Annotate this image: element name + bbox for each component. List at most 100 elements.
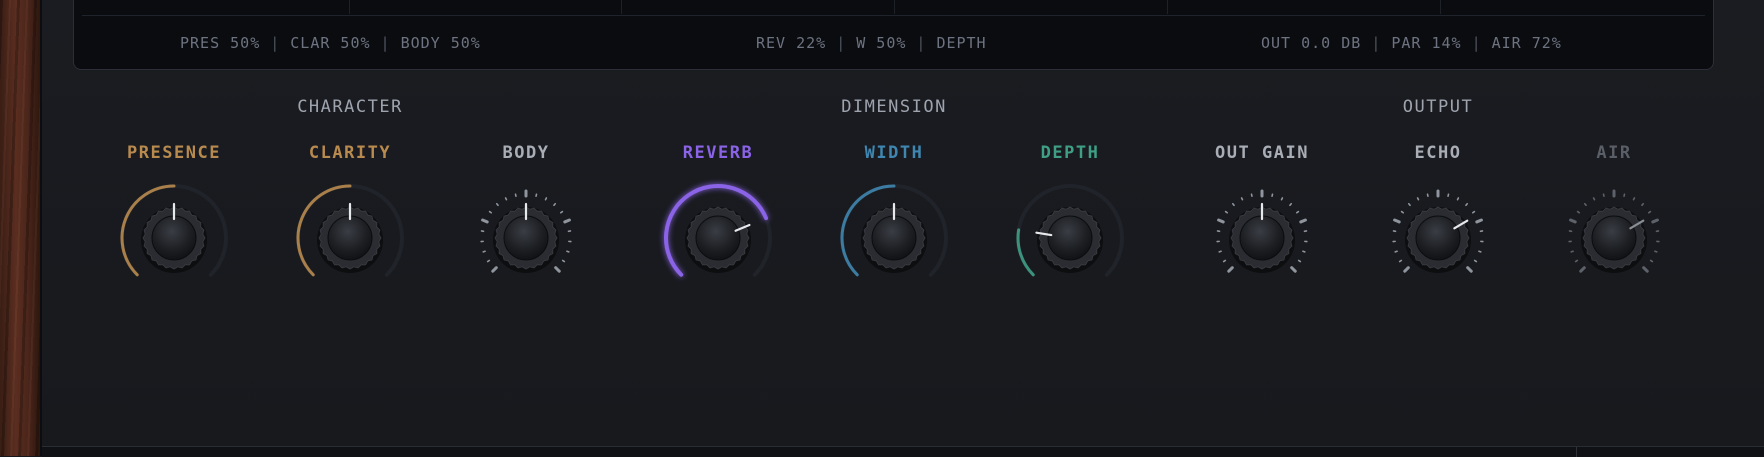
body-scale-tick (497, 204, 498, 206)
presence-knob-graphic[interactable] (114, 178, 234, 298)
presence-knob-cap (152, 216, 196, 260)
out-gain-scale-tick (1301, 220, 1306, 222)
air-scale-tick (1642, 204, 1643, 206)
body-scale-tick (565, 220, 570, 222)
knob-label-echo: ECHO (1415, 143, 1462, 163)
clarity-knob-graphic[interactable] (290, 178, 410, 298)
echo-scale-tick (1405, 268, 1409, 272)
knob-presence[interactable] (114, 178, 234, 298)
clarity-knob-cap (328, 216, 372, 260)
air-scale-tick (1571, 251, 1573, 252)
knob-clarity[interactable] (290, 178, 410, 298)
depth-knob-graphic[interactable] (1010, 178, 1130, 298)
echo-scale-tick (1466, 204, 1467, 206)
out-gain-readout: OUT 0.0 DB (1261, 34, 1361, 52)
body-scale-tick (567, 251, 569, 252)
display-grid-line (1440, 0, 1441, 14)
knob-label-reverb: REVERB (683, 143, 753, 163)
width-knob-graphic[interactable] (834, 178, 954, 298)
air-scale-tick (1578, 212, 1580, 213)
wood-side-panel (0, 0, 42, 456)
knob-depth[interactable] (1010, 178, 1130, 298)
body-readout: BODY 50% (401, 34, 481, 52)
out-gain-scale-tick (1292, 268, 1296, 272)
out-gain-scale-tick (1226, 212, 1228, 213)
group-title-output: OUTPUT (1403, 97, 1473, 117)
out-gain-scale-tick (1219, 220, 1224, 222)
knob-out-gain[interactable] (1202, 178, 1322, 298)
display-grid-line (349, 0, 350, 14)
out-gain-scale-tick (1219, 251, 1221, 252)
out-gain-knob-cap (1240, 216, 1284, 260)
knob-echo[interactable] (1378, 178, 1498, 298)
clarity-readout: CLAR 50% (290, 34, 370, 52)
readout-separator: | (1472, 34, 1482, 52)
echo-scale-tick (1468, 268, 1472, 272)
group-title-dimension: DIMENSION (841, 97, 947, 117)
echo-knob-graphic[interactable] (1378, 178, 1498, 298)
knob-label-depth: DEPTH (1041, 143, 1100, 163)
knob-label-presence: PRESENCE (127, 143, 221, 163)
output-readout: OUT 0.0 DB | PAR 14% | AIR 72% (1261, 34, 1562, 52)
echo-scale-tick (1479, 251, 1481, 252)
echo-scale-tick (1475, 260, 1477, 261)
body-knob-graphic[interactable] (466, 178, 586, 298)
display-divider (82, 15, 1705, 16)
body-scale-tick (483, 251, 485, 252)
body-scale-tick (490, 212, 492, 213)
readout-display: PRES 50%|CLAR 50%|BODY 50% REV 22%|W 50%… (73, 0, 1714, 70)
air-readout: AIR 72% (1492, 34, 1562, 52)
body-scale-tick (556, 268, 560, 272)
body-scale-tick (493, 268, 497, 272)
body-scale-tick (483, 220, 488, 222)
air-scale-tick (1594, 198, 1595, 200)
display-grid-line (621, 0, 622, 14)
out-gain-scale-tick (1297, 212, 1299, 213)
out-gain-scale-tick (1303, 251, 1305, 252)
bottom-strip (42, 446, 1764, 457)
knob-width[interactable] (834, 178, 954, 298)
depth-readout: DEPTH (936, 34, 986, 52)
air-scale-tick (1655, 251, 1657, 252)
out-gain-scale-tick (1299, 260, 1301, 261)
echo-scale-tick (1409, 204, 1410, 206)
knob-reverb[interactable] (658, 178, 778, 298)
air-knob-graphic[interactable] (1554, 178, 1674, 298)
display-grid-line (1167, 0, 1168, 14)
echo-scale-tick (1418, 198, 1419, 200)
readout-separator: | (1371, 34, 1381, 52)
air-scale-tick (1653, 220, 1658, 222)
readout-separator: | (916, 34, 926, 52)
readout-separator: | (381, 34, 391, 52)
knob-air[interactable] (1554, 178, 1674, 298)
out-gain-scale-tick (1282, 198, 1283, 200)
out-gain-knob-graphic[interactable] (1202, 178, 1322, 298)
body-scale-tick (488, 260, 490, 261)
body-scale-tick (554, 204, 555, 206)
air-scale-tick (1644, 268, 1648, 272)
echo-scale-tick (1458, 198, 1459, 200)
echo-scale-tick (1473, 212, 1475, 213)
knob-label-body: BODY (503, 143, 550, 163)
reverb-knob-graphic[interactable] (658, 178, 778, 298)
body-scale-tick (546, 198, 547, 200)
air-scale-tick (1585, 204, 1586, 206)
air-scale-tick (1651, 260, 1653, 261)
knob-label-clarity: CLARITY (309, 143, 391, 163)
air-scale-tick (1649, 212, 1651, 213)
par-readout: PAR 14% (1391, 34, 1461, 52)
out-gain-scale-tick (1224, 260, 1226, 261)
echo-scale-tick (1477, 220, 1482, 222)
body-knob-cap (504, 216, 548, 260)
knob-body[interactable] (466, 178, 586, 298)
reverb-knob-cap (696, 216, 740, 260)
readout-separator: | (836, 34, 846, 52)
readout-separator: | (270, 34, 280, 52)
display-grid-line (894, 0, 895, 14)
air-knob-cap (1592, 216, 1636, 260)
echo-knob-cap (1416, 216, 1460, 260)
width-knob-cap (872, 216, 916, 260)
knob-label-air: AIR (1596, 143, 1631, 163)
depth-knob-cap (1048, 216, 1092, 260)
group-title-character: CHARACTER (297, 97, 403, 117)
